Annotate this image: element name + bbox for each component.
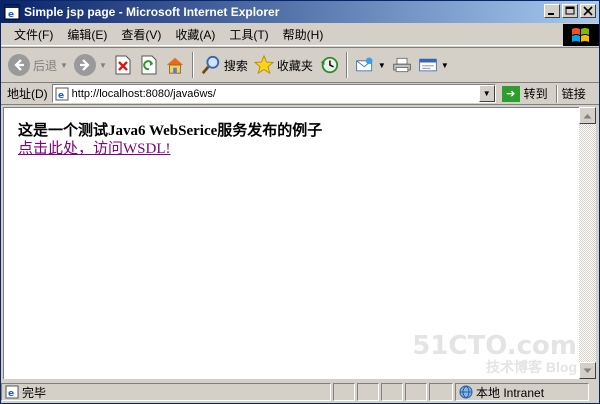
scroll-down-icon — [583, 368, 592, 373]
title-bar[interactable]: e Simple jsp page - Microsoft Internet E… — [1, 1, 599, 23]
page-heading: 这是一个测试Java6 WebSerice服务发布的例子 — [18, 123, 323, 139]
close-icon — [583, 6, 593, 16]
address-label: 地址(D) — [7, 87, 48, 101]
favorites-label: 收藏夹 — [276, 58, 313, 73]
status-pane — [429, 383, 453, 401]
search-icon — [201, 54, 221, 76]
watermark-main: 51CTO.com — [412, 331, 577, 361]
back-dropdown-icon[interactable]: ▼ — [60, 61, 68, 70]
status-page-icon: e — [5, 385, 19, 399]
links-button[interactable]: 链接 — [562, 85, 586, 102]
printer-icon — [392, 54, 412, 76]
scroll-up-button[interactable] — [579, 107, 596, 124]
svg-text:e: e — [8, 389, 14, 399]
status-pane — [405, 383, 427, 401]
mail-dropdown-icon[interactable]: ▼ — [378, 61, 386, 70]
go-label: 转到 — [523, 87, 548, 101]
status-pane — [333, 383, 355, 401]
page-icon: e — [55, 87, 69, 101]
menu-help[interactable]: 帮助(H) — [276, 26, 331, 43]
maximize-icon — [565, 6, 575, 15]
mail-button[interactable]: ▼ — [352, 50, 389, 80]
links-separator — [555, 84, 558, 103]
home-icon — [165, 54, 185, 76]
forward-button[interactable]: ▼ — [71, 50, 110, 80]
minimize-icon — [548, 13, 554, 15]
wsdl-link[interactable]: 点击此处，访问WSDL! — [18, 140, 171, 158]
address-input[interactable]: e http://localhost:8080/java6ws/ ▼ — [51, 84, 496, 103]
menu-bar: 文件(F) 编辑(E) 查看(V) 收藏(A) 工具(T) 帮助(H) — [1, 24, 599, 46]
minimize-button[interactable] — [544, 4, 560, 18]
svg-text:e: e — [8, 10, 14, 20]
menu-tools[interactable]: 工具(T) — [222, 26, 275, 43]
address-url[interactable]: http://localhost:8080/java6ws/ — [72, 88, 479, 100]
svg-text:e: e — [58, 91, 64, 101]
vertical-scrollbar[interactable] — [579, 107, 596, 379]
forward-arrow-icon — [73, 54, 96, 76]
status-pane — [357, 383, 379, 401]
menu-edit[interactable]: 编辑(E) — [60, 26, 114, 43]
windows-logo-icon — [563, 24, 599, 46]
print-button[interactable] — [389, 50, 415, 80]
window-title: Simple jsp page - Microsoft Internet Exp… — [24, 5, 280, 19]
intranet-icon — [459, 385, 473, 399]
menu-file[interactable]: 文件(F) — [7, 26, 60, 43]
home-button[interactable] — [162, 50, 188, 80]
status-pane — [381, 383, 403, 401]
status-main: e 完毕 — [1, 383, 331, 401]
address-dropdown-icon[interactable]: ▼ — [478, 85, 495, 102]
search-label: 搜索 — [223, 58, 248, 73]
close-button[interactable] — [580, 4, 596, 18]
refresh-icon — [139, 54, 159, 76]
forward-dropdown-icon[interactable]: ▼ — [99, 61, 107, 70]
edit-dropdown-icon[interactable]: ▼ — [441, 61, 449, 70]
edit-button[interactable]: ▼ — [415, 50, 452, 80]
star-icon — [253, 54, 274, 76]
watermark: 51CTO.com 技术博客 Blog — [412, 333, 577, 375]
scroll-down-button[interactable] — [579, 362, 596, 379]
address-bar: 地址(D) e http://localhost:8080/java6ws/ ▼… — [1, 83, 599, 105]
back-label: 后退 — [33, 58, 58, 73]
scroll-up-icon — [583, 113, 592, 118]
toolbar-separator — [191, 52, 194, 78]
menu-favorites[interactable]: 收藏(A) — [168, 26, 222, 43]
status-zone: 本地 Intranet — [455, 383, 589, 401]
standard-toolbar: 后退 ▼ ▼ 搜索 收藏夹 ▼ ▼ — [1, 47, 599, 83]
refresh-button[interactable] — [136, 50, 162, 80]
status-text: 完毕 — [22, 385, 47, 400]
favorites-button[interactable]: 收藏夹 — [251, 50, 316, 80]
stop-button[interactable] — [110, 50, 136, 80]
mail-icon — [355, 54, 375, 76]
status-bar: e 完毕 本地 Intranet — [1, 381, 599, 403]
stop-icon — [113, 54, 133, 76]
back-button[interactable]: 后退 ▼ — [5, 50, 71, 80]
edit-page-icon — [418, 54, 438, 76]
go-arrow-icon: ➔ — [501, 85, 520, 102]
menu-view[interactable]: 查看(V) — [114, 26, 168, 43]
ie-icon: e — [4, 4, 20, 20]
back-arrow-icon — [8, 54, 30, 76]
maximize-button[interactable] — [562, 4, 578, 18]
search-button[interactable]: 搜索 — [198, 50, 251, 80]
toolbar-separator — [345, 52, 348, 78]
page-content: 这是一个测试Java6 WebSerice服务发布的例子 点击此处，访问WSDL… — [3, 107, 579, 379]
history-button[interactable] — [316, 50, 342, 80]
browser-window: e Simple jsp page - Microsoft Internet E… — [0, 0, 600, 404]
zone-text: 本地 Intranet — [476, 385, 545, 400]
watermark-sub: 技术博客 — [486, 359, 542, 375]
go-button[interactable]: ➔ 转到 — [501, 85, 548, 102]
watermark-blog: Blog — [545, 359, 577, 375]
history-icon — [319, 54, 339, 76]
